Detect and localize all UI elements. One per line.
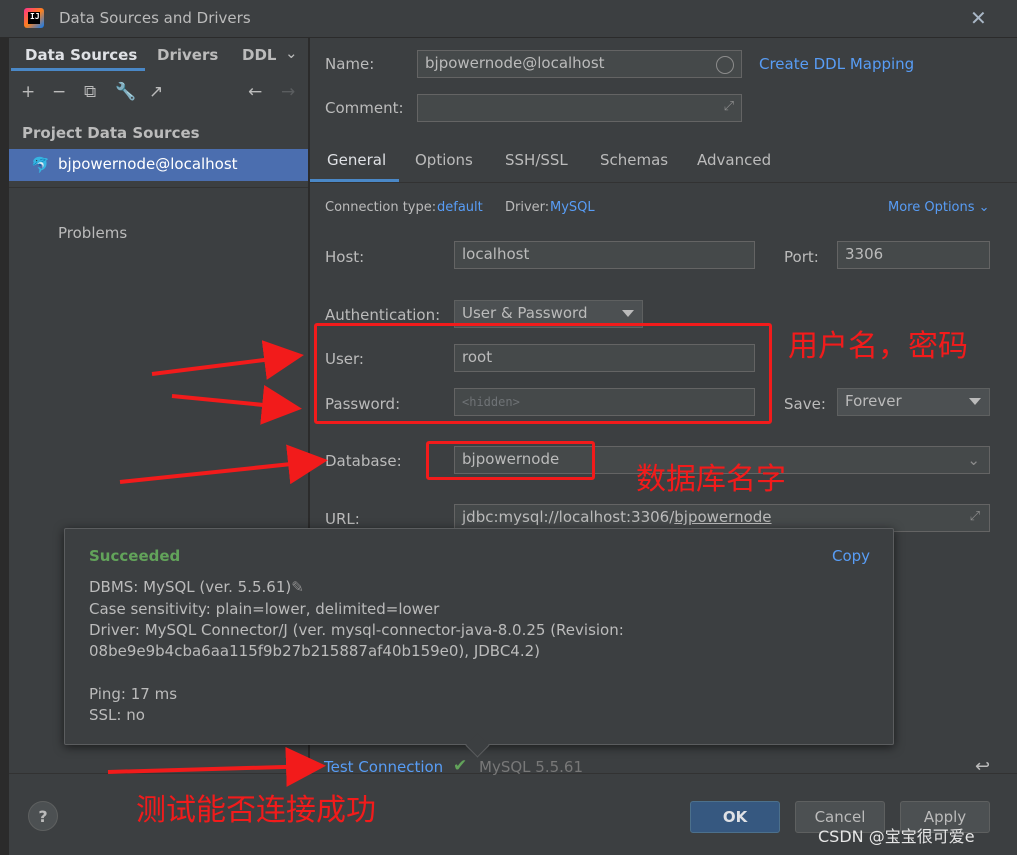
watermark: CSDN @宝宝很可爱e [818,827,975,846]
arrow-database [119,444,328,485]
arrow-user [151,340,304,380]
arrow-password [171,384,302,425]
annotation-arrows [107,340,328,787]
arrow-test [107,746,326,787]
